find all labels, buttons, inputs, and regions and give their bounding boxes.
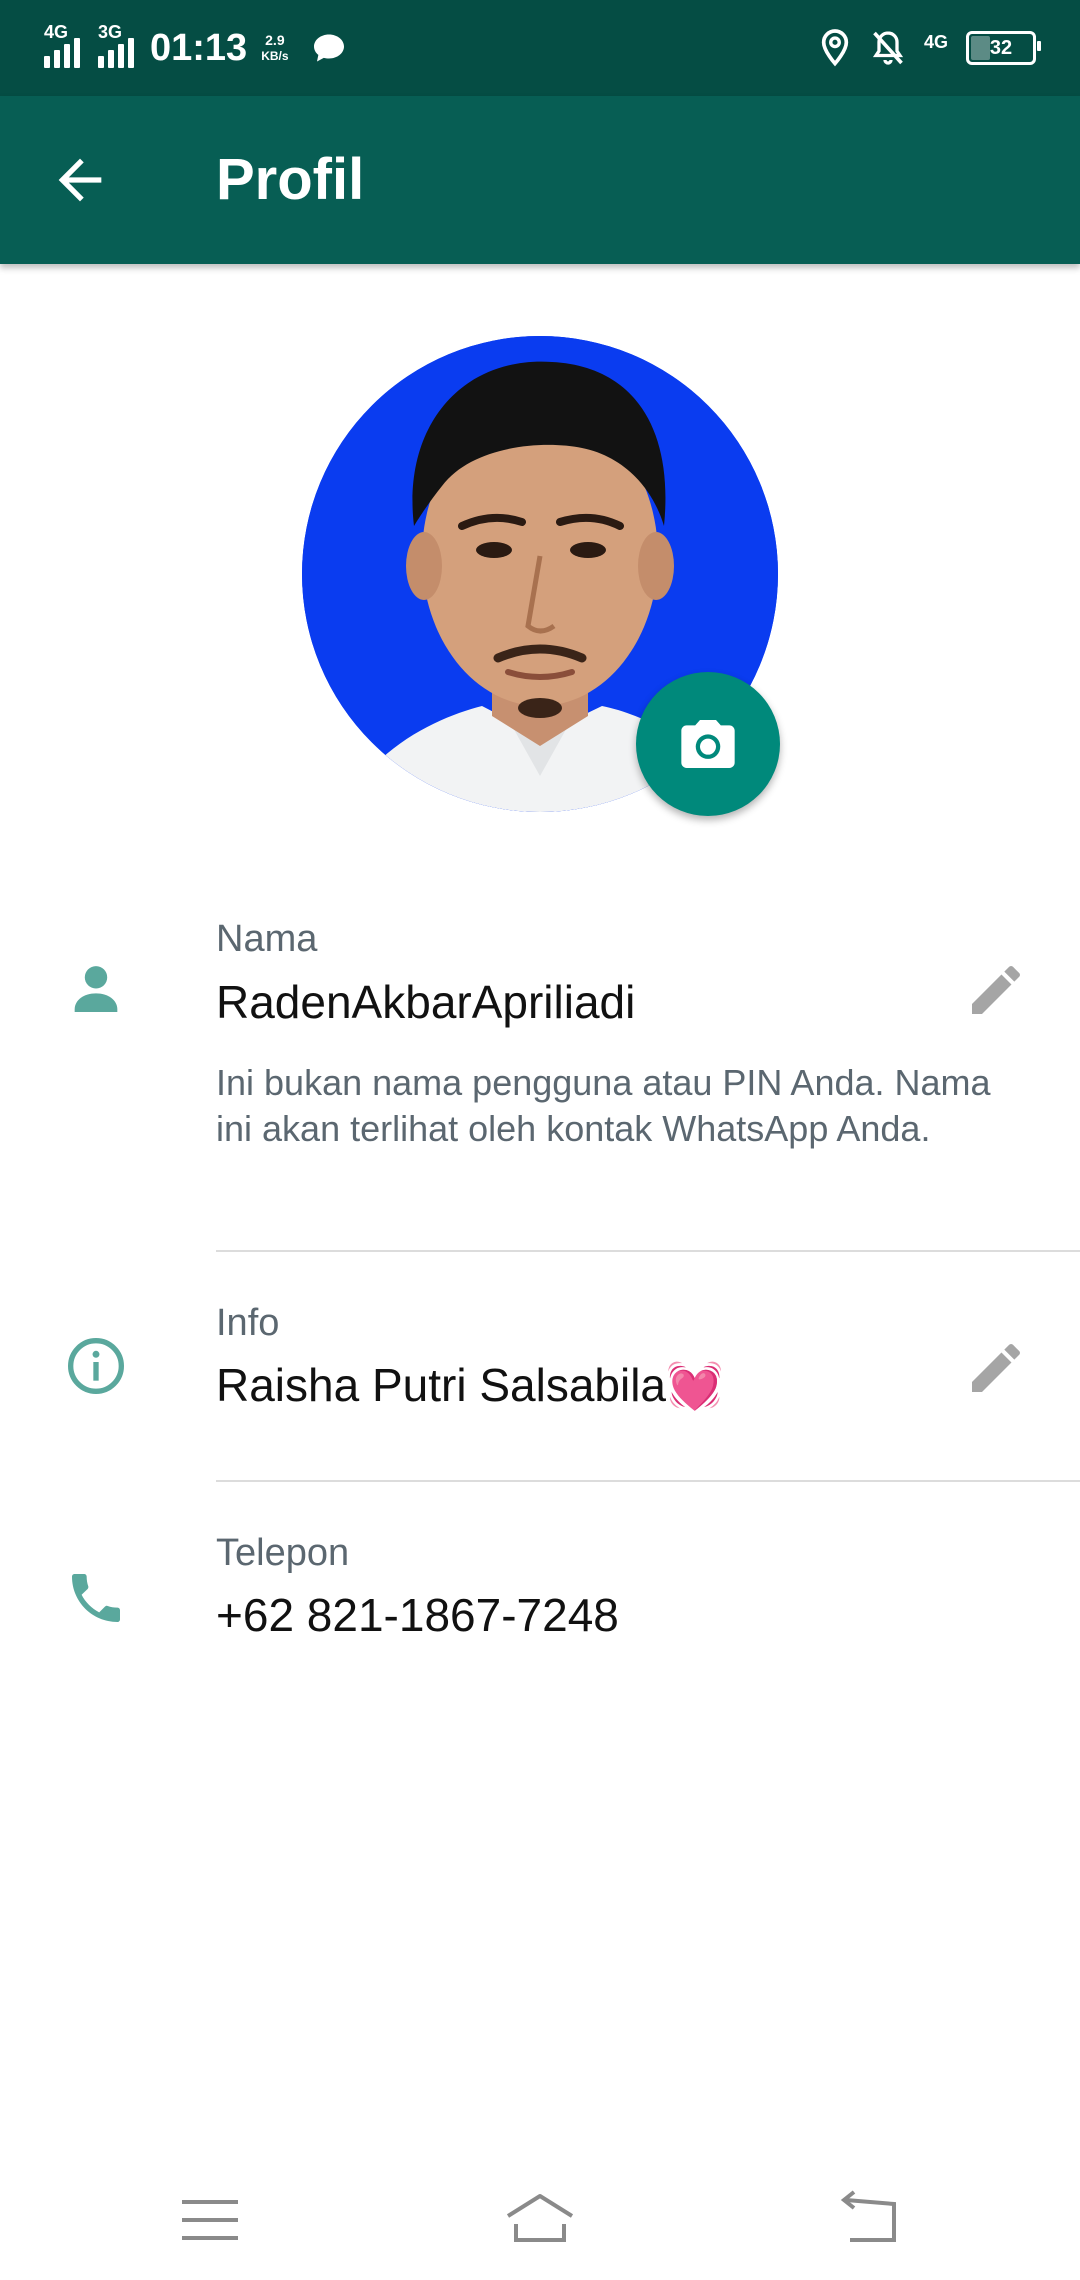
battery-level-fill — [971, 36, 990, 60]
location-icon — [821, 29, 849, 67]
camera-icon — [681, 720, 735, 768]
home-button[interactable] — [500, 2180, 580, 2260]
app-bar: Profil — [0, 96, 1080, 264]
edit-info-button[interactable] — [964, 1336, 1028, 1400]
info-icon — [64, 1334, 128, 1398]
edit-name-button[interactable] — [964, 958, 1028, 1022]
status-bar-right: 4G 32 — [818, 24, 1041, 72]
name-label: Nama — [216, 918, 318, 960]
network-speed: 2.9 KB/s — [261, 32, 288, 64]
name-hint: Ini bukan nama pengguna atau PIN Anda. N… — [216, 1062, 991, 1149]
sim2-network-label: 3G — [98, 22, 123, 42]
pencil-icon — [972, 965, 1020, 1014]
menu-button[interactable] — [170, 2180, 250, 2260]
sim1-network-label: 4G — [44, 22, 69, 42]
sim1-signal-icon: 4G — [44, 22, 80, 68]
sim2-signal-icon: 3G — [98, 22, 134, 68]
change-photo-button[interactable] — [636, 672, 780, 816]
network-speed-unit: KB/s — [261, 49, 289, 63]
back-button[interactable] — [48, 148, 112, 212]
notifications-off-icon — [872, 31, 904, 65]
info-value[interactable]: Raisha Putri Salsabila💓 — [216, 1358, 723, 1413]
name-value[interactable]: RadenAkbarApriliadi — [216, 975, 635, 1029]
battery-level: 32 — [989, 36, 1013, 59]
menu-icon — [182, 2200, 238, 2240]
network-speed-value: 2.9 — [265, 32, 285, 48]
home-icon — [506, 2194, 574, 2242]
battery-icon: 32 — [966, 31, 1041, 65]
divider — [216, 1480, 1080, 1482]
status-bar-left: 4G 3G 01:13 2.9 KB/s — [44, 18, 347, 78]
pencil-icon — [972, 1343, 1020, 1392]
arrow-back-icon — [58, 158, 102, 202]
return-icon — [840, 2190, 896, 2242]
page-title: Profil — [216, 147, 365, 212]
phone-icon — [64, 1566, 128, 1630]
person-icon — [64, 956, 128, 1020]
chat-notification-icon — [313, 34, 344, 62]
status-time: 01:13 — [150, 26, 248, 69]
divider — [216, 1250, 1080, 1252]
system-navigation-bar — [0, 2160, 1080, 2280]
phone-value: +62 821-1867-7248 — [216, 1589, 619, 1641]
phone-label: Telepon — [216, 1532, 350, 1574]
network-type-label: 4G — [923, 31, 948, 52]
status-bar: 4G 3G 01:13 2.9 KB/s 4G 32 — [0, 0, 1080, 96]
info-label: Info — [216, 1302, 280, 1344]
back-nav-button[interactable] — [830, 2180, 910, 2260]
